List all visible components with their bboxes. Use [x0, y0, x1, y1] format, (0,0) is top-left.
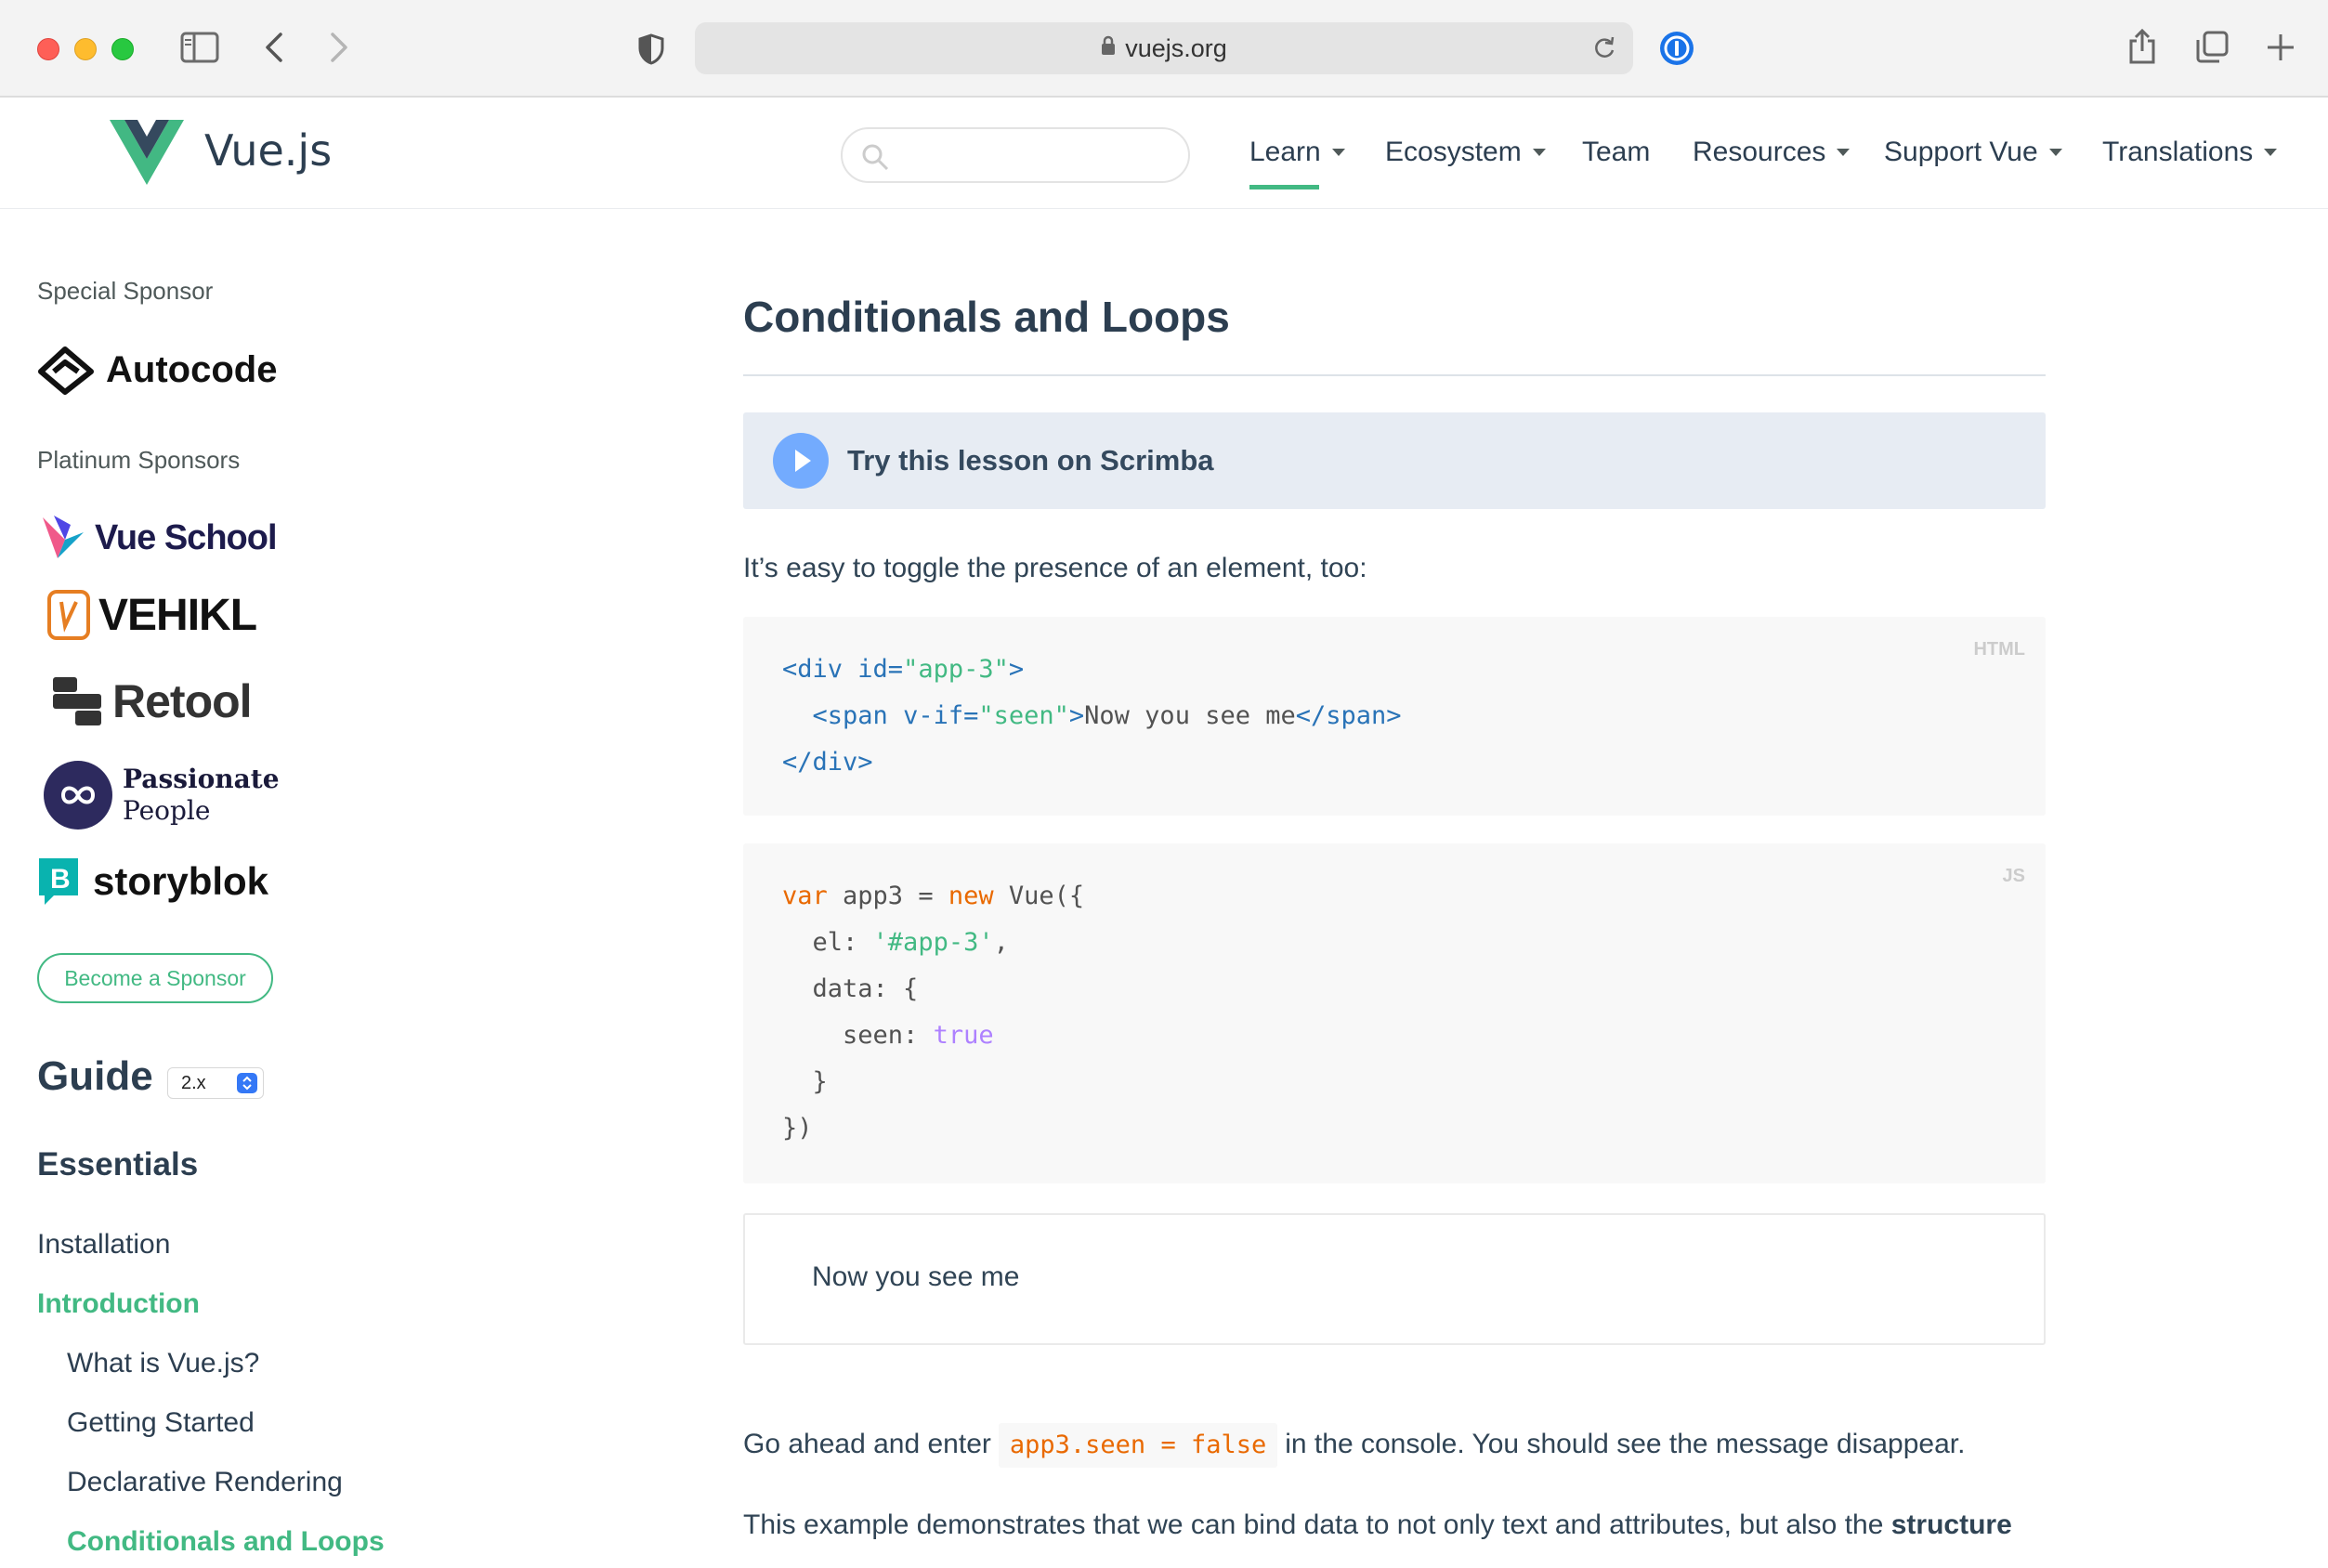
passionate-people-logo-icon [44, 761, 112, 830]
sidebar-item-conditionals-and-loops[interactable]: Conditionals and Loops [67, 1526, 385, 1558]
nav-translations[interactable]: Translations [2102, 137, 2278, 168]
retool-logo-icon [53, 677, 101, 725]
code-lang-label: JS [2002, 866, 2025, 886]
select-chevron-icon [237, 1073, 257, 1093]
password-manager-icon[interactable] [1658, 30, 1695, 67]
search-input[interactable] [898, 137, 1168, 174]
sponsor-passionate-line1: Passionate [123, 764, 280, 794]
nav-team-label: Team [1582, 137, 1651, 167]
nav-support-vue[interactable]: Support Vue [1884, 137, 2062, 168]
special-sponsor-label: Special Sponsor [37, 277, 214, 305]
vue-logo[interactable] [110, 120, 184, 189]
demo-output-text: Now you see me [812, 1261, 1020, 1292]
nav-ecosystem-label: Ecosystem [1385, 137, 1522, 167]
caret-down-icon [1532, 149, 1546, 156]
caret-down-icon [1837, 149, 1851, 156]
nav-support-vue-label: Support Vue [1884, 137, 2038, 167]
site-header: Vue.js Learn Ecosystem Team Resources Su… [0, 99, 2328, 209]
back-icon[interactable] [264, 32, 284, 63]
share-icon[interactable] [2127, 28, 2157, 65]
html-code-block: HTML <div id="app-3"> <span v-if="seen">… [743, 617, 2046, 816]
sidebar-item-what-is-vue[interactable]: What is Vue.js? [67, 1348, 259, 1379]
reload-icon[interactable] [1592, 35, 1616, 66]
url-text: vuejs.org [1125, 34, 1227, 62]
console-instructions: Go ahead and enter app3.seen = false in th… [743, 1423, 1965, 1468]
code-lines: <div id="app-3"> <span v-if="seen">Now y… [782, 655, 1402, 777]
nav-resources[interactable]: Resources [1693, 137, 1851, 168]
svg-text:B: B [50, 864, 71, 895]
storyblok-logo-icon: B [39, 858, 78, 905]
sidebar-section-essentials: Essentials [37, 1146, 199, 1183]
sidebar-item-installation[interactable]: Installation [37, 1229, 170, 1261]
sidebar-item-getting-started[interactable]: Getting Started [67, 1407, 255, 1439]
sponsor-passionate-line2: People [123, 795, 211, 826]
page-title: Conditionals and Loops [743, 293, 1230, 341]
browser-toolbar: vuejs.org [0, 0, 2328, 98]
sponsor-vue-school-name: Vue School [95, 517, 278, 557]
version-select[interactable]: 2.x [167, 1067, 264, 1099]
sponsor-retool[interactable]: Retool [51, 674, 253, 728]
sidebar-icon[interactable] [180, 32, 219, 63]
inline-code: app3.seen = false [998, 1423, 1278, 1468]
nav-learn[interactable]: Learn [1249, 137, 1345, 189]
caret-down-icon [2264, 149, 2278, 156]
vue-school-logo-icon [43, 516, 84, 558]
demo-output: Now you see me [743, 1213, 2046, 1345]
nav-resources-label: Resources [1693, 137, 1826, 167]
sponsor-autocode[interactable]: Autocode [37, 344, 277, 396]
tabs-icon[interactable] [2194, 30, 2230, 65]
caret-down-icon [2048, 149, 2062, 156]
version-select-value: 2.x [181, 1073, 206, 1093]
forward-icon[interactable] [329, 32, 349, 63]
address-bar[interactable]: vuejs.org [695, 22, 1633, 74]
lock-icon [1101, 21, 1116, 73]
js-code-block: JS var app3 = new Vue({ el: '#app-3', da… [743, 843, 2046, 1183]
new-tab-icon[interactable] [2265, 32, 2296, 63]
nav-translations-label: Translations [2102, 137, 2254, 167]
sponsor-passionate-people[interactable]: Passionate People [43, 760, 280, 830]
zoom-window-button[interactable] [111, 38, 134, 60]
sponsor-vue-school[interactable]: Vue School [37, 512, 278, 564]
sponsor-retool-name: Retool [112, 675, 253, 727]
code-lines: var app3 = new Vue({ el: '#app-3', data:… [782, 882, 1085, 1143]
sidebar-item-introduction[interactable]: Introduction [37, 1288, 200, 1320]
code-lang-label: HTML [1973, 639, 2025, 660]
active-nav-underline [1249, 185, 1319, 189]
vehikl-logo-icon [47, 590, 90, 640]
sidebar-item-declarative-rendering[interactable]: Declarative Rendering [67, 1467, 343, 1498]
sidebar: Special Sponsor Autocode Platinum Sponso… [0, 210, 669, 1568]
platinum-sponsors-label: Platinum Sponsors [37, 446, 241, 474]
privacy-shield-icon[interactable] [637, 33, 665, 65]
minimize-window-button[interactable] [74, 38, 97, 60]
autocode-logo-icon [38, 346, 94, 395]
become-sponsor-button[interactable]: Become a Sponsor [37, 953, 273, 1003]
title-divider [743, 374, 2046, 376]
scrimba-lesson-label: Try this lesson on Scrimba [847, 444, 1214, 477]
nav-team[interactable]: Team [1582, 137, 1650, 168]
sponsor-autocode-name: Autocode [106, 348, 278, 390]
play-icon [773, 433, 829, 489]
sponsor-vehikl[interactable]: VEHIKL [46, 589, 257, 641]
nav-ecosystem[interactable]: Ecosystem [1385, 137, 1546, 168]
sponsor-vehikl-name: VEHIKL [98, 590, 257, 640]
nav-learn-label: Learn [1249, 137, 1321, 167]
guide-title: Guide [37, 1053, 153, 1099]
intro-paragraph: It’s easy to toggle the presence of an e… [743, 553, 1367, 583]
scrimba-lesson-link[interactable]: Try this lesson on Scrimba [743, 412, 2046, 509]
caret-down-icon [1331, 149, 1345, 156]
site-brand[interactable]: Vue.js [204, 125, 332, 176]
search-icon [861, 143, 889, 176]
close-window-button[interactable] [37, 38, 59, 60]
sponsor-storyblok[interactable]: B storyblok [37, 856, 268, 907]
explanation-paragraph: This example demonstrates that we can bi… [743, 1509, 2012, 1540]
search-box[interactable] [841, 127, 1190, 183]
sponsor-storyblok-name: storyblok [93, 859, 269, 903]
